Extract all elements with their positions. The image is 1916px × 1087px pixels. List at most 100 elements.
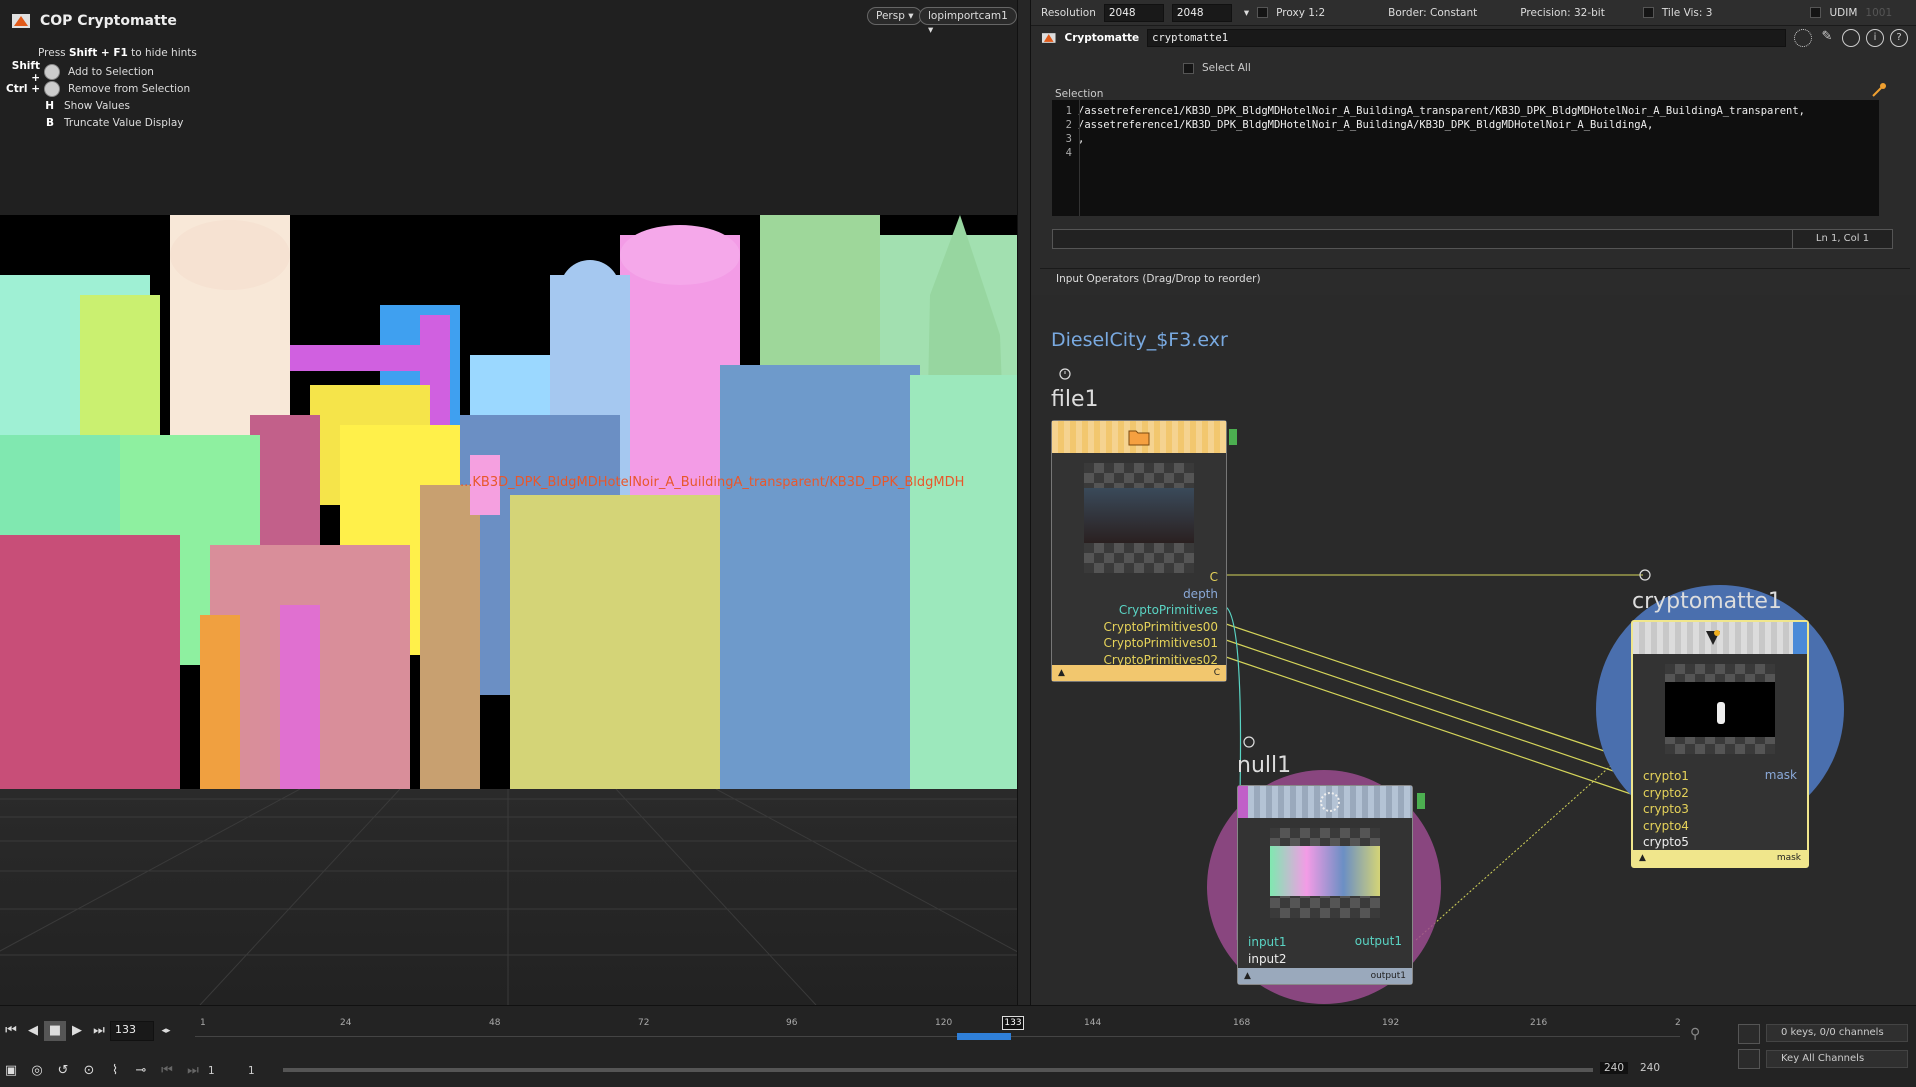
jump-prev-key-icon[interactable]: ⏮ [156,1061,178,1081]
camera-menu-button[interactable]: Persp ▾ [867,7,923,25]
input-port-crypto5[interactable]: crypto5 [1643,834,1689,851]
null1-thumbnail [1270,828,1380,918]
null1-node[interactable]: input1 input2 output1 ▲ output1 [1237,785,1413,985]
play-reverse-icon[interactable]: ◀ [22,1021,44,1041]
sync-icon[interactable]: ⊙ [78,1061,100,1081]
udim-label: UDIM [1829,6,1858,19]
input-port-crypto4[interactable]: crypto4 [1643,818,1689,835]
network-editor[interactable]: DieselCity_$F3.exr file1 C depth CryptoP… [1031,295,1916,1005]
cryptomatte-node-icon [1041,33,1056,43]
realtime-icon[interactable]: ▣ [0,1061,22,1081]
resolution-label: Resolution [1041,6,1096,19]
tilevis-checkbox[interactable] [1642,7,1654,18]
key-all-channels-button[interactable]: Key All Channels [1766,1050,1908,1068]
resolution-y-field[interactable]: 2048 [1171,3,1232,22]
cryptomatte-render[interactable] [0,215,1017,789]
houdini-logo-icon [12,14,30,28]
node-type-label: Cryptomatte [1064,32,1140,44]
key-tool-icon[interactable]: ⚲ [1690,1026,1716,1046]
code-line: 4 [1065,147,1072,159]
node-name-field[interactable]: cryptomatte1 [1147,29,1786,47]
selection-label: Selection [1055,88,1104,100]
keyframe-icon[interactable]: ⌇ [104,1061,126,1081]
resolution-toolbar: Resolution 2048 2048 ▾ Proxy 1:2 Border:… [1031,0,1916,26]
current-frame-field[interactable]: 133 [110,1021,154,1041]
keyframes-icon[interactable] [1738,1024,1760,1044]
file1-node-name: file1 [1051,387,1099,412]
precision-menu[interactable]: Precision: 32-bit [1520,7,1605,19]
search-icon[interactable] [1842,29,1860,47]
frame-marker[interactable]: 133 [1002,1016,1024,1030]
cursor-position: Ln 1, Col 1 [1792,230,1892,248]
code-line: 3, [1065,133,1085,145]
editor-status-bar: Ln 1, Col 1 [1052,229,1893,249]
input-port-crypto1[interactable]: crypto1 [1643,768,1689,785]
grid-lines [0,788,1017,1005]
input-port-crypto3[interactable]: crypto3 [1643,801,1689,818]
jump-start-icon[interactable]: ⏮ [0,1021,22,1041]
output-port-depth[interactable]: depth [1104,586,1218,603]
loop-icon[interactable]: ↺ [52,1061,74,1081]
clock-icon [1059,368,1071,380]
eyedropper-icon[interactable] [1871,82,1887,98]
range-end-field[interactable]: 240 [1600,1062,1629,1074]
udim-checkbox[interactable] [1810,7,1822,18]
input-port-crypto2[interactable]: crypto2 [1643,785,1689,802]
range-start-field[interactable]: 1 [208,1065,244,1077]
viewport-title: COP Cryptomatte [10,10,177,32]
brush-icon[interactable]: ✎ [1818,29,1836,47]
viewport[interactable]: COP Cryptomatte Press Shift + F1 to hide… [0,0,1017,1005]
select-all-checkbox[interactable] [1183,62,1194,74]
null1-footer: ▲ output1 [1238,968,1412,984]
cryptomatte-icon [1706,630,1720,645]
step-frame-icons[interactable]: ◂▸ [154,1021,178,1041]
range-end2-field[interactable]: 240 [1640,1062,1660,1074]
range-controls: ▣ ◎ ↺ ⊙ ⌇ ⊸ ⏮ ⏭ 1 1 [0,1061,284,1081]
range-slider-icon[interactable]: ⊸ [130,1061,152,1081]
null1-display-flag[interactable] [1417,793,1425,809]
cryptomatte1-node-name: cryptomatte1 [1632,589,1782,614]
output-port-output1[interactable]: output1 [1355,934,1402,948]
viewport-grid-floor[interactable] [0,788,1017,1005]
range-start2-field[interactable]: 1 [248,1065,284,1077]
resolution-x-field[interactable]: 2048 [1103,3,1164,22]
range-slider[interactable] [283,1068,1593,1072]
hint-header: Press Shift + F1 to hide hints [38,47,197,59]
gear-icon[interactable] [1794,29,1812,47]
jump-end-icon[interactable]: ⏭ [88,1021,110,1041]
jump-next-key-icon[interactable]: ⏭ [182,1061,204,1081]
output-port-c[interactable]: C [1104,569,1218,586]
pane-splitter[interactable] [1017,0,1031,1005]
stop-icon[interactable]: ■ [44,1021,66,1041]
input-port-input1[interactable]: input1 [1248,934,1287,951]
resolution-dropdown-icon[interactable]: ▾ [1244,7,1249,19]
udim-field[interactable]: 1001 [1865,7,1892,19]
input-port-input2[interactable]: input2 [1248,951,1287,968]
file1-display-flag[interactable] [1229,429,1237,445]
output-port-cryptoprimitives01[interactable]: CryptoPrimitives01 [1104,635,1218,652]
proxy-checkbox[interactable] [1257,7,1269,18]
output-port-mask[interactable]: mask [1765,768,1797,782]
file1-node[interactable]: C depth CryptoPrimitives CryptoPrimitive… [1051,420,1227,682]
frame-ruler[interactable]: 1 24 48 72 96 120 144 168 192 216 2 133 [195,1006,1681,1046]
code-line: 2/assetreference1/KB3D_DPK_BldgMDHotelNo… [1065,119,1654,131]
hint-add: Shift + Add to Selection [11,59,154,84]
node-header: Cryptomatte cryptomatte1 ✎ i ? [1031,26,1916,50]
play-icon[interactable]: ▶ [66,1021,88,1041]
audio-icon[interactable]: ◎ [26,1061,48,1081]
input-operators-section[interactable]: Input Operators (Drag/Drop to reorder) [1040,268,1910,288]
output-port-cryptoprimitives[interactable]: CryptoPrimitives [1104,602,1218,619]
null1-node-header [1238,786,1412,818]
selection-editor[interactable]: 1/assetreference1/KB3D_DPK_BldgMDHotelNo… [1052,100,1879,216]
help-icon[interactable]: ? [1890,29,1908,47]
proxy-label: Proxy 1:2 [1276,6,1326,19]
camera-select-button[interactable]: lopimportcam1 ▾ [919,7,1017,36]
info-icon[interactable]: i [1866,29,1884,47]
output-port-cryptoprimitives00[interactable]: CryptoPrimitives00 [1104,619,1218,636]
timeline: ⏮ ◀ ■ ▶ ⏭ 133 ◂▸ 1 24 48 72 96 120 144 1… [0,1005,1916,1087]
key-channels-icon[interactable] [1738,1049,1760,1069]
cryptomatte1-node[interactable]: crypto1 crypto2 crypto3 crypto4 crypto5 … [1631,620,1809,868]
clock-icon [1639,569,1651,581]
border-menu[interactable]: Border: Constant [1388,7,1477,19]
cryptomatte-image [0,215,1017,789]
